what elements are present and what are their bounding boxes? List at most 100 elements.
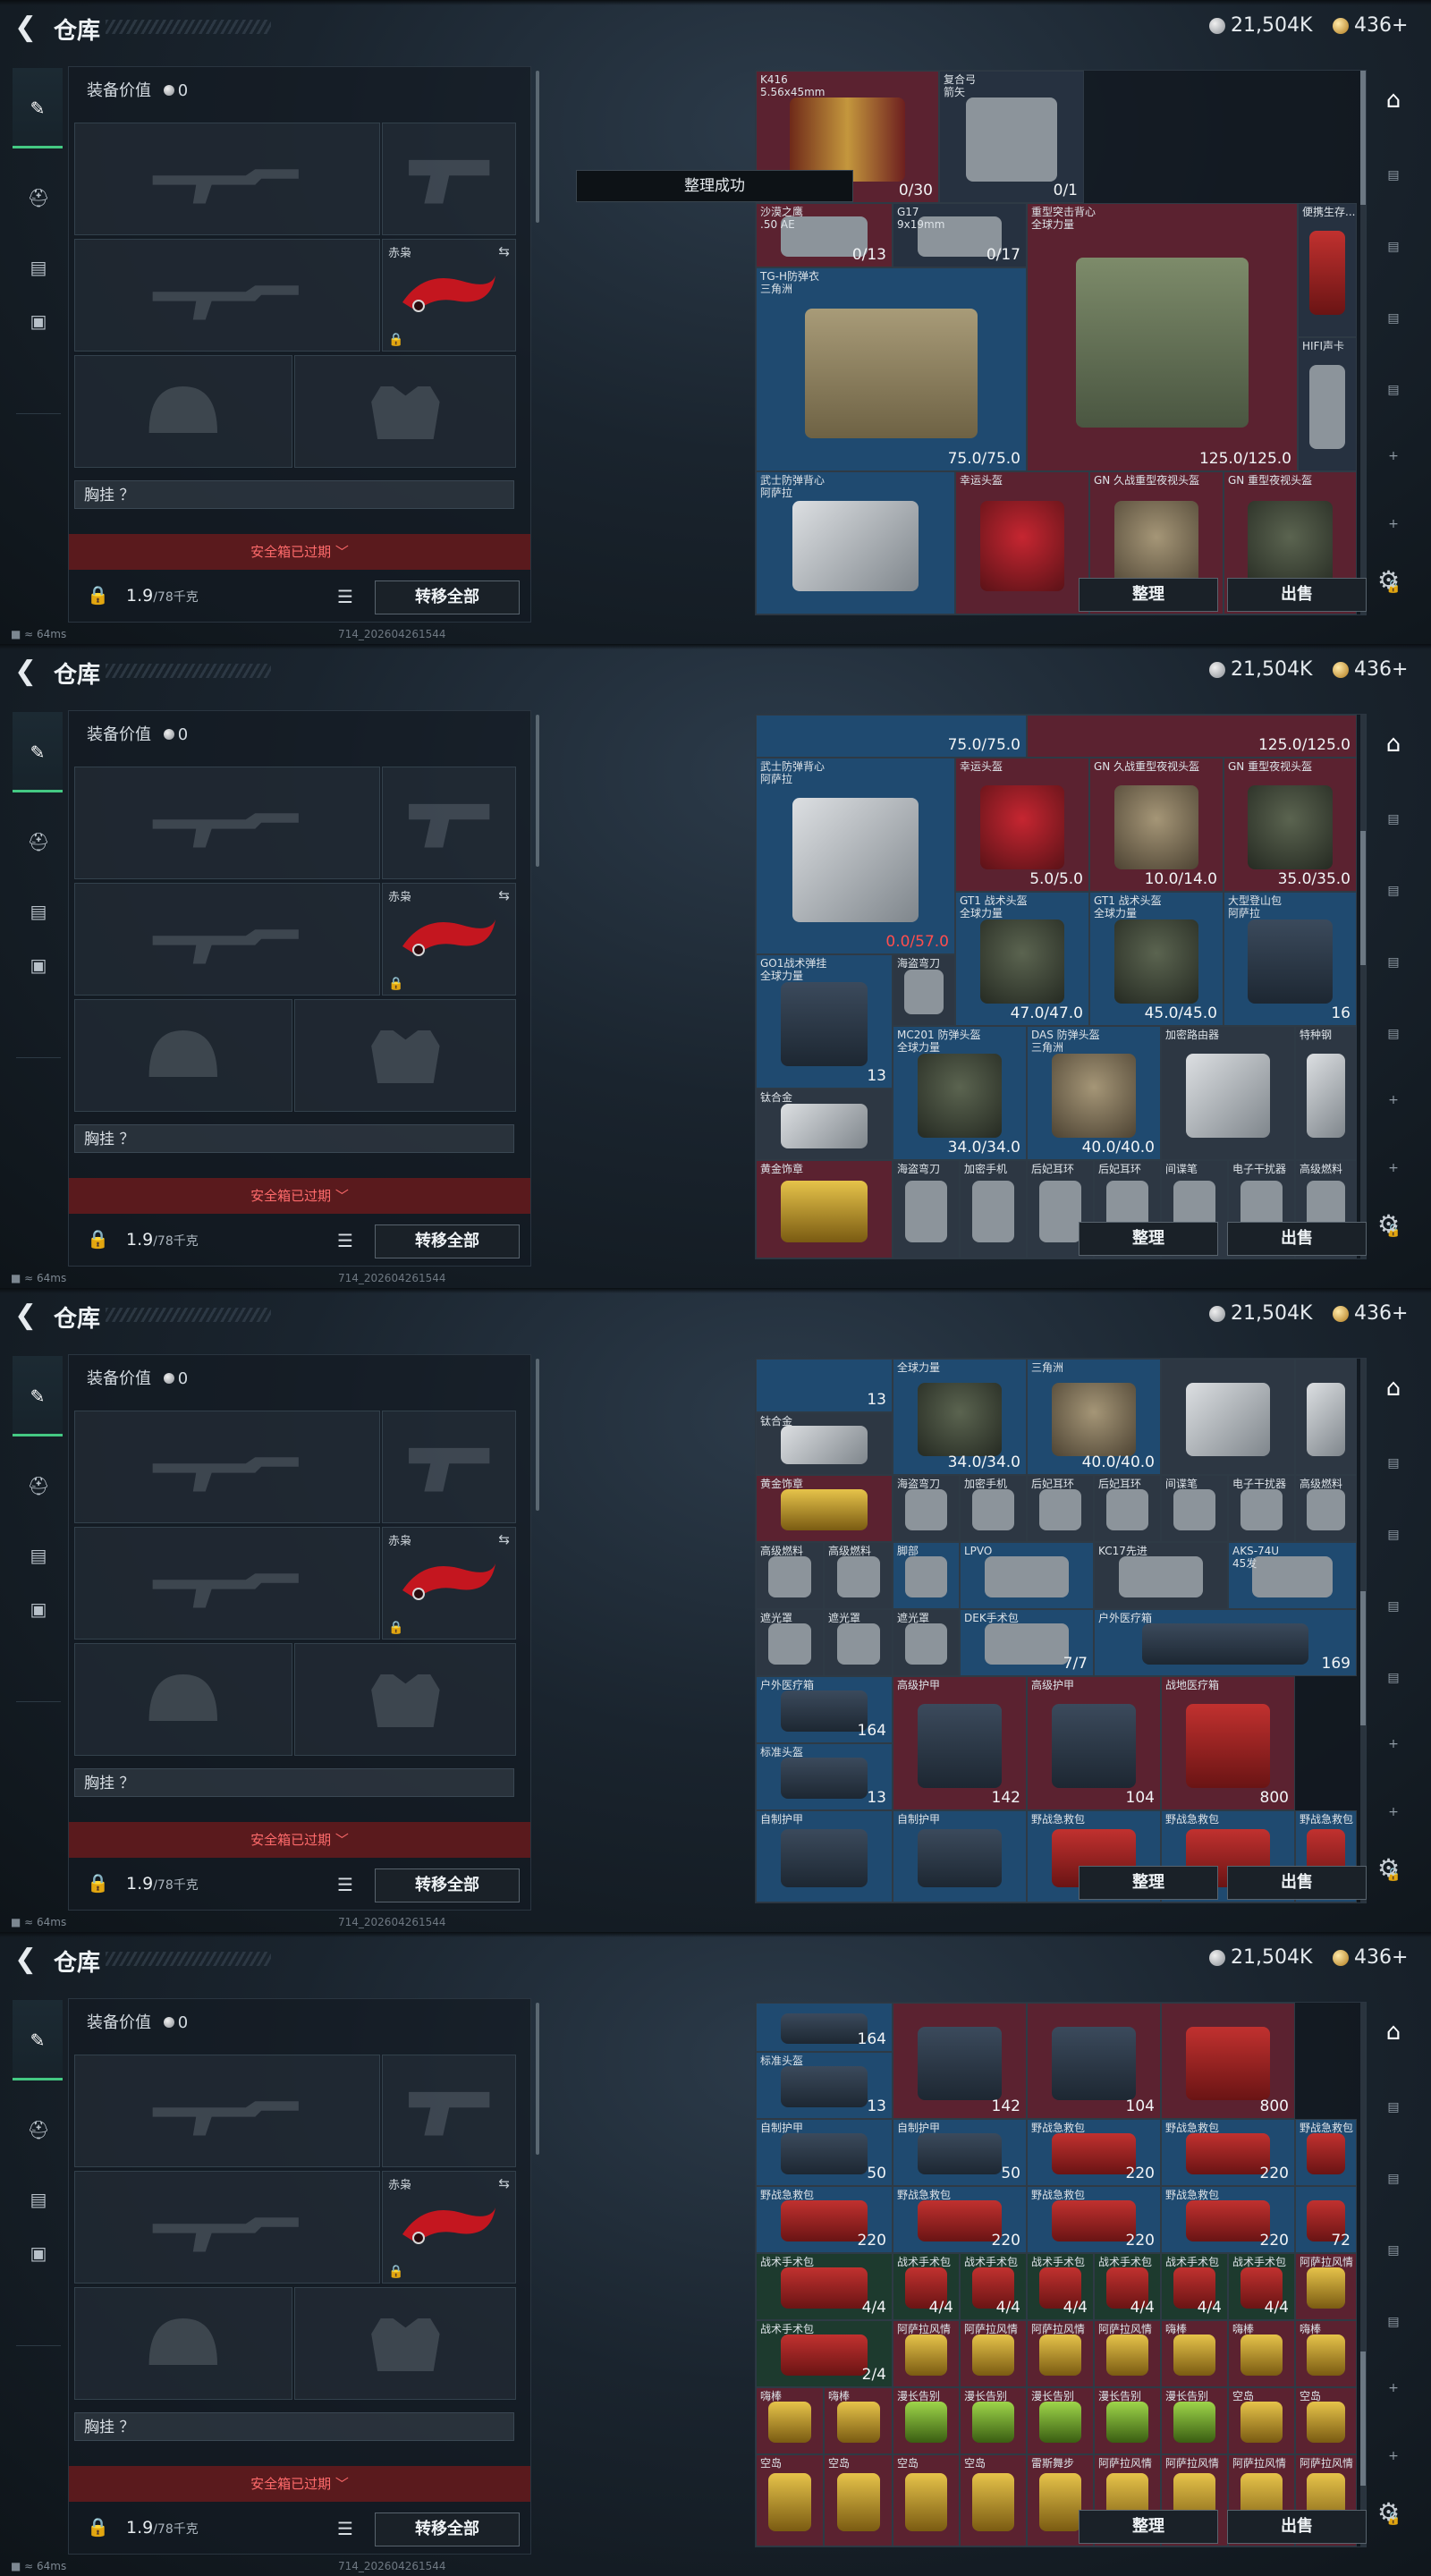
secondary-rifle-slot[interactable] [74, 2171, 380, 2284]
stash-item[interactable]: 嗨棒 [1161, 2320, 1228, 2387]
stash-item[interactable]: 高级护甲 142 [893, 1676, 1027, 1810]
stash-item[interactable]: 125.0/125.0 [1027, 715, 1357, 758]
gold-balance[interactable]: 436+ [1333, 14, 1408, 37]
briefcase-icon[interactable]: ▣ [20, 946, 57, 984]
stash-item[interactable]: 户外医疗箱 169 [1094, 1609, 1357, 1676]
primary-weapon-slot[interactable] [74, 123, 380, 235]
stash-item[interactable]: AKS-74U 45发 [1228, 1542, 1357, 1609]
stash-scrollbar[interactable] [1360, 715, 1366, 1258]
helmet-slot[interactable] [74, 1643, 292, 1756]
stash-page-icon[interactable]: ▤ [1377, 1592, 1410, 1621]
stash-page-icon[interactable]: ▤ [1377, 805, 1410, 834]
safe-box-expired[interactable]: 安全箱已过期 ﹀ [69, 534, 530, 570]
stash-item[interactable]: 武士防弹背心 阿萨拉 0.0/57.0 [756, 758, 955, 954]
stash-item[interactable]: 遮光罩 [824, 1609, 893, 1676]
sell-button[interactable]: 出售 [1227, 2510, 1367, 2544]
secondary-rifle-slot[interactable] [74, 883, 380, 996]
sort-button[interactable]: 整理 [1079, 2510, 1218, 2544]
stash-item[interactable]: 沙漠之鹰 .50 AE 0/13 [756, 203, 893, 267]
stash-item[interactable]: GT1 战术头盔 全球力量 45.0/45.0 [1089, 892, 1224, 1026]
stash-item[interactable]: 漫长告别 [893, 2387, 960, 2454]
stash-page-icon[interactable]: ▤ [1377, 2165, 1410, 2193]
stash-item[interactable]: 阿萨拉风情 [960, 2320, 1027, 2387]
secondary-rifle-slot[interactable] [74, 239, 380, 352]
primary-weapon-slot[interactable] [74, 767, 380, 879]
stash-item[interactable]: 野战急救包 220 [893, 2186, 1027, 2253]
stash-page-icon[interactable]: ▤ [1377, 376, 1410, 404]
melee-slot[interactable]: 赤枭 ⇆ 🔒 [382, 2171, 516, 2284]
stash-scrollbar[interactable] [1360, 2003, 1366, 2546]
gun-icon[interactable]: ✎ [13, 1356, 63, 1436]
add-page-icon[interactable]: + [1377, 1154, 1410, 1182]
sort-button[interactable]: 整理 [1079, 1866, 1218, 1900]
stash-item[interactable] [1295, 1359, 1357, 1475]
gold-balance[interactable]: 436+ [1333, 1302, 1408, 1325]
stash-item[interactable]: LPVO [960, 1542, 1094, 1609]
secondary-weapon-slot[interactable] [382, 2055, 516, 2167]
chest-rig-slot[interactable]: 胸挂 ？ [74, 1124, 514, 1153]
stash-item[interactable]: 嗨棒 [1295, 2320, 1357, 2387]
stash-item[interactable]: 加密路由器 [1161, 1026, 1295, 1160]
melee-slot[interactable]: 赤枭 ⇆ 🔒 [382, 883, 516, 996]
stash-item[interactable]: 75.0/75.0 [756, 715, 1027, 758]
stash-item[interactable]: 野战急救包 [1295, 2119, 1357, 2186]
melee-slot[interactable]: 赤枭 ⇆ 🔒 [382, 239, 516, 352]
swap-icon[interactable]: ⇆ [498, 2175, 510, 2191]
stash-page-icon[interactable]: ▤ [1377, 948, 1410, 977]
helmet-icon[interactable]: ⛑ [20, 2111, 57, 2148]
stash-item[interactable]: GT1 战术头盔 全球力量 47.0/47.0 [955, 892, 1089, 1026]
stash-item[interactable]: 野战急救包 220 [1027, 2186, 1161, 2253]
stash-item[interactable]: 嗨棒 [824, 2387, 893, 2454]
list-icon[interactable]: ☰ [337, 1874, 353, 1895]
stash-item[interactable]: 标准头盔 13 [756, 2052, 893, 2119]
stash-page-icon[interactable]: ▤ [1377, 161, 1410, 190]
stash-scroll-thumb[interactable] [1360, 1591, 1366, 1725]
stash-item[interactable]: GO1战术弹挂 全球力量 13 [756, 954, 893, 1089]
melee-slot[interactable]: 赤枭 ⇆ 🔒 [382, 1527, 516, 1640]
stash-item[interactable]: 空岛 [1228, 2387, 1295, 2454]
transfer-all-button[interactable]: 转移全部 [375, 1224, 520, 1258]
add-page-icon[interactable]: + [1377, 510, 1410, 538]
add-page-icon[interactable]: + [1377, 1798, 1410, 1826]
stash-item[interactable]: 104 [1027, 2003, 1161, 2119]
sell-button[interactable]: 出售 [1227, 578, 1367, 612]
stash-item[interactable]: 高级燃料 [824, 1542, 893, 1609]
stash-item[interactable]: 自制护甲 50 [893, 2119, 1027, 2186]
stash-item[interactable]: 野战急救包 220 [756, 2186, 893, 2253]
safe-box-expired[interactable]: 安全箱已过期 ﹀ [69, 1822, 530, 1858]
stash-item[interactable]: 海盗弯刀 [893, 1475, 960, 1542]
stash-page-icon[interactable]: ▤ [1377, 304, 1410, 333]
secondary-weapon-slot[interactable] [382, 767, 516, 879]
armor-slot[interactable] [294, 1643, 516, 1756]
stash-item[interactable]: 海盗弯刀 [893, 954, 955, 1026]
stash-item[interactable] [1161, 1359, 1295, 1475]
add-page-icon[interactable]: + [1377, 1730, 1410, 1758]
stash-item[interactable]: 便携生存... [1298, 203, 1357, 337]
stash-item[interactable]: MC201 防弹头盔 全球力量 34.0/34.0 [893, 1026, 1027, 1160]
sell-button[interactable]: 出售 [1227, 1222, 1367, 1256]
stash-page-icon[interactable]: ▤ [1377, 2308, 1410, 2336]
stash-item[interactable]: 自制护甲 50 [756, 2119, 893, 2186]
vest-icon[interactable]: ▤ [20, 1537, 57, 1574]
add-page-icon[interactable]: + [1377, 442, 1410, 470]
back-arrow-icon[interactable]: ❮ [14, 658, 41, 685]
transfer-all-button[interactable]: 转移全部 [375, 2512, 520, 2546]
stash-item[interactable]: 战术手术包 4/4 [756, 2253, 893, 2320]
stash-item[interactable]: 户外医疗箱 164 [756, 1676, 893, 1743]
stash-page-icon[interactable]: ▤ [1377, 1449, 1410, 1478]
gun-icon[interactable]: ✎ [13, 712, 63, 792]
armor-slot[interactable] [294, 2287, 516, 2400]
stash-item[interactable]: HIFI声卡 [1298, 337, 1357, 471]
stash-item[interactable]: 战术手术包 4/4 [1027, 2253, 1094, 2320]
stash-page-icon[interactable]: ▤ [1377, 877, 1410, 905]
stash-item[interactable]: DEK手术包 7/7 [960, 1609, 1094, 1676]
vest-icon[interactable]: ▤ [20, 893, 57, 930]
stash-item[interactable]: 战术手术包 4/4 [1161, 2253, 1228, 2320]
secondary-rifle-slot[interactable] [74, 1527, 380, 1640]
briefcase-icon[interactable]: ▣ [20, 302, 57, 340]
safe-box-expired[interactable]: 安全箱已过期 ﹀ [69, 1178, 530, 1214]
stash-item[interactable]: 142 [893, 2003, 1027, 2119]
stash-home-icon[interactable]: ⌂ [1377, 2018, 1410, 2046]
helmet-slot[interactable] [74, 355, 292, 468]
list-icon[interactable]: ☰ [337, 1230, 353, 1251]
